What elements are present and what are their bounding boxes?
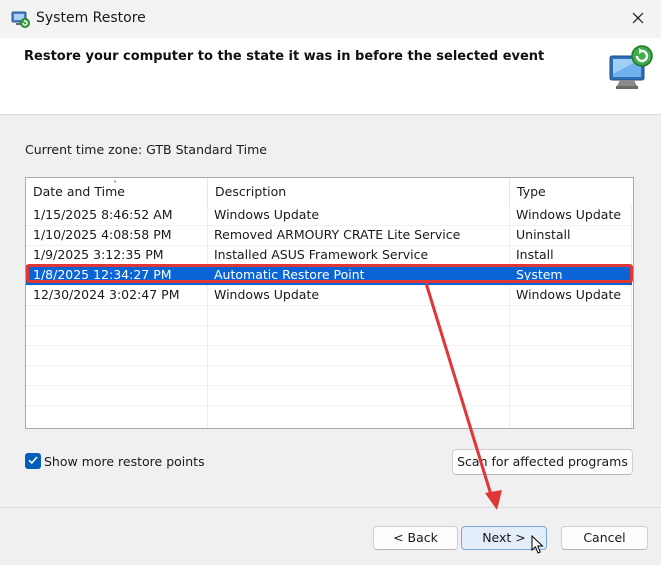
row-divider [26, 385, 633, 386]
row-description: Windows Update [214, 287, 320, 302]
column-header-description[interactable]: Description [207, 178, 509, 205]
table-row[interactable]: 1/10/2025 4:08:58 PM Removed ARMOURY CRA… [26, 225, 632, 245]
show-more-label[interactable]: Show more restore points [44, 454, 205, 469]
close-icon [632, 12, 644, 27]
row-type: Install [516, 247, 554, 262]
close-button[interactable] [615, 0, 661, 38]
table-row[interactable]: 1/15/2025 8:46:52 AM Windows Update Wind… [26, 205, 632, 225]
system-restore-window: System Restore Restore your computer to … [0, 0, 661, 565]
row-type: Windows Update [516, 287, 622, 302]
row-date: 1/9/2025 3:12:35 PM [33, 247, 164, 262]
mouse-cursor-icon [531, 534, 545, 555]
restore-points-list[interactable]: Date and Time ˅ Description Type 1/15/20… [25, 177, 634, 429]
system-restore-icon [10, 9, 30, 29]
page-title: Restore your computer to the state it wa… [24, 49, 545, 64]
row-divider [26, 345, 633, 346]
row-date: 1/8/2025 12:34:27 PM [33, 267, 172, 282]
table-row[interactable]: 12/30/2024 3:02:47 PM Windows Update Win… [26, 285, 632, 305]
scan-affected-programs-button[interactable]: Scan for affected programs [452, 449, 633, 475]
row-date: 1/10/2025 4:08:58 PM [33, 227, 172, 242]
title-bar: System Restore [0, 0, 661, 38]
row-type: System [516, 267, 563, 282]
cancel-button[interactable]: Cancel [561, 526, 648, 550]
row-type: Uninstall [516, 227, 571, 242]
system-restore-computer-icon [606, 44, 656, 92]
row-description: Removed ARMOURY CRATE Lite Service [214, 227, 461, 242]
row-divider [26, 305, 633, 306]
row-description: Windows Update [214, 207, 320, 222]
sort-indicator-icon: ˅ [113, 180, 117, 189]
checkmark-icon [27, 454, 39, 469]
back-button[interactable]: < Back [373, 526, 458, 550]
show-more-checkbox[interactable] [25, 453, 41, 469]
row-date: 12/30/2024 3:02:47 PM [33, 287, 180, 302]
row-divider [26, 325, 633, 326]
row-description: Automatic Restore Point [214, 267, 365, 282]
window-title: System Restore [36, 10, 146, 26]
table-row-selected[interactable]: 1/8/2025 12:34:27 PM Automatic Restore P… [26, 265, 632, 285]
row-date: 1/15/2025 8:46:52 AM [33, 207, 173, 222]
row-divider [26, 365, 633, 366]
row-description: Installed ASUS Framework Service [214, 247, 429, 262]
column-header-type[interactable]: Type [509, 178, 632, 205]
table-row[interactable]: 1/9/2025 3:12:35 PM Installed ASUS Frame… [26, 245, 632, 265]
header-band: Restore your computer to the state it wa… [0, 38, 661, 115]
timezone-label: Current time zone: GTB Standard Time [25, 142, 267, 157]
list-header: Date and Time ˅ Description Type [26, 178, 633, 205]
row-type: Windows Update [516, 207, 622, 222]
row-divider [26, 405, 633, 406]
